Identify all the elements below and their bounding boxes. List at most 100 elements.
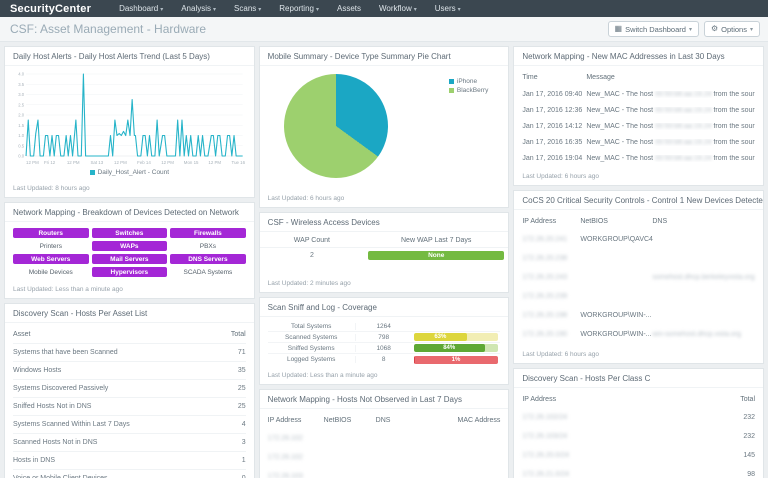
menu-users[interactable]: Users ▾	[435, 4, 461, 13]
menu-assets[interactable]: Assets	[337, 4, 361, 13]
svg-text:12 PM: 12 PM	[26, 160, 39, 165]
legend-swatch	[448, 79, 454, 84]
last-updated: Last Updated: 6 hours ago	[522, 173, 599, 180]
table-header: Asset Total	[13, 331, 246, 338]
switch-dashboard-button[interactable]: ▦ Switch Dashboard ▾	[607, 21, 699, 37]
table-header: IP Address Total	[522, 396, 756, 403]
chevron-down-icon: ▾	[258, 7, 262, 13]
table-row[interactable]: 172.26.102/24 232	[522, 408, 755, 427]
options-button[interactable]: ⚙ Options ▾	[703, 21, 760, 37]
coverage-row: Logged Systems 8 1%	[268, 354, 501, 365]
panel-title: Scan Sniff and Log - Coverage	[259, 298, 509, 317]
daily-alerts-line-chart: 0.0 0.5 1.0 1.5 2.0 2.5 3.0 3.5 4.0 12 PM Fri 12 12…	[18, 72, 245, 165]
table-row[interactable]: Systems Discovered Passively 25	[13, 379, 246, 397]
matrix-cell-hypervisors[interactable]: Hypervisors	[91, 267, 168, 277]
svg-text:Sat 13: Sat 13	[90, 160, 103, 165]
table-row[interactable]: 172.26.20.241 WORKGROUP\QAVC4	[522, 230, 755, 249]
chevron-down-icon: ▾	[315, 7, 319, 13]
legend-swatch	[448, 88, 454, 93]
svg-text:12 PM: 12 PM	[161, 160, 174, 165]
grid-icon: ▦	[614, 24, 623, 33]
menu-reporting[interactable]: Reporting ▾	[279, 4, 319, 13]
last-updated: Last Updated: 6 hours ago	[522, 351, 599, 358]
table-header: WAP Count New WAP Last 7 Days	[259, 234, 509, 248]
svg-text:Mon 15: Mon 15	[184, 160, 199, 165]
device-matrix: Routers Switches Firewalls Printers WAPs…	[13, 226, 246, 279]
table-row[interactable]: 172.26.103/24 232	[522, 427, 755, 446]
table-row[interactable]: Voice or Mobile Client Devices0	[13, 469, 246, 478]
wap-count-value: 2	[309, 252, 314, 259]
last-updated: Last Updated: 6 hours ago	[267, 195, 345, 202]
table-row[interactable]: Jan 17, 2016 19:04 New_MAC - The host 00…	[522, 150, 755, 166]
column-middle: Mobile Summary - Device Type Summary Pie…	[258, 46, 510, 478]
svg-text:1.0: 1.0	[18, 133, 25, 138]
table-row[interactable]: 172.26.103	[268, 467, 501, 478]
dashboard-grid: Daily Host Alerts - Daily Host Alerts Tr…	[0, 42, 768, 478]
table-row: 2 None	[260, 248, 509, 263]
table-row[interactable]: 172.26.20.238	[522, 249, 755, 268]
table-row[interactable]: Systems Scanned Within Last 7 Days 4	[13, 415, 246, 433]
panel-hosts-per-asset: Discovery Scan - Hosts Per Asset List As…	[4, 303, 255, 478]
table-row[interactable]: 172.26.20.190 WORKGROUP\WIN-... win-someho…	[522, 325, 755, 344]
table-row[interactable]: Sniffed Hosts Not in DNS 25	[13, 397, 246, 415]
chevron-down-icon: ▾	[413, 7, 417, 13]
table-row[interactable]: Hosts in DNS 1	[13, 451, 246, 469]
panel-title: Network Mapping - Breakdown of Devices D…	[5, 203, 254, 222]
matrix-cell-printers[interactable]: Printers	[13, 241, 89, 251]
menu-scans[interactable]: Scans ▾	[234, 4, 261, 13]
matrix-cell-waps[interactable]: WAPs	[91, 241, 168, 251]
panel-title: Network Mapping - Hosts Not Observed in …	[259, 390, 509, 409]
svg-text:2.5: 2.5	[18, 102, 25, 107]
table-row[interactable]: Systems that have been Scanned 71	[13, 343, 246, 361]
table-row[interactable]: 172.26.102	[268, 448, 501, 467]
svg-text:Fri 12: Fri 12	[44, 160, 56, 165]
pie-legend: iPhone BlackBerry	[448, 78, 488, 96]
table-row[interactable]: Scanned Hosts Not in DNS 3	[13, 433, 246, 451]
menu-dashboard[interactable]: Dashboard ▾	[119, 4, 163, 13]
coverage-bar[interactable]: 63%	[413, 333, 499, 341]
table-row[interactable]: Jan 17, 2016 16:35 New_MAC - The host 00…	[522, 134, 755, 150]
top-navbar: SecurityCenter Dashboard ▾ Analysis ▾ Scan…	[0, 0, 768, 17]
table-row[interactable]: Jan 17, 2016 12:36 New_MAC - The host 00…	[522, 102, 755, 118]
matrix-cell-web-servers[interactable]: Web Servers	[13, 254, 89, 264]
matrix-cell-routers[interactable]: Routers	[13, 228, 89, 238]
svg-text:Feb 14: Feb 14	[137, 160, 151, 165]
menu-analysis[interactable]: Analysis ▾	[181, 4, 216, 13]
table-row[interactable]: 172.26.20.243 somehost.dhcp.berkeleyvista…	[522, 268, 755, 287]
matrix-cell-mail-servers[interactable]: Mail Servers	[91, 254, 168, 264]
panel-hosts-per-class-c: Discovery Scan - Hosts Per Class C IP Ad…	[513, 368, 765, 478]
table-row[interactable]: Jan 17, 2016 09:40 New_MAC - The host 00…	[522, 86, 755, 102]
matrix-cell-switches[interactable]: Switches	[91, 228, 168, 238]
table-row[interactable]: 172.26.102	[268, 429, 501, 448]
last-updated: Last Updated: 8 hours ago	[13, 185, 90, 192]
coverage-bar[interactable]: 84%	[413, 344, 499, 352]
table-row[interactable]: 172.26.20.239	[522, 287, 755, 306]
svg-text:12 PM: 12 PM	[114, 160, 127, 165]
svg-text:3.0: 3.0	[18, 92, 25, 97]
new-wap-status-badge[interactable]: None	[368, 251, 505, 260]
panel-mobile-summary: Mobile Summary - Device Type Summary Pie…	[258, 46, 510, 208]
panel-cocs20-controls: CoCS 20 Critical Security Controls - Con…	[513, 190, 765, 364]
table-row[interactable]: 172.26.21.0/24 98	[522, 465, 755, 478]
matrix-cell-dns-servers[interactable]: DNS Servers	[170, 254, 246, 264]
table-row[interactable]: 172.26.20.0/24 145	[522, 446, 755, 465]
matrix-cell-firewalls[interactable]: Firewalls	[170, 228, 246, 238]
last-updated: Last Updated: Less than a minute ago	[267, 372, 378, 379]
panel-title: CSF - Wireless Access Devices	[259, 213, 509, 232]
coverage-bar[interactable]: 1%	[413, 355, 499, 364]
panel-title: Network Mapping - New MAC Addresses in L…	[514, 47, 764, 66]
menu-workflow[interactable]: Workflow ▾	[379, 4, 417, 13]
table-header: IP Address NetBIOS DNS	[522, 218, 668, 225]
svg-text:1.5: 1.5	[18, 123, 25, 128]
table-row[interactable]: Windows Hosts 35	[13, 361, 246, 379]
matrix-cell-mobile-devices[interactable]: Mobile Devices	[13, 267, 89, 277]
table-row[interactable]: Jan 17, 2016 14:12 New_MAC - The host 00…	[522, 118, 755, 134]
matrix-cell-pbxs[interactable]: PBXs	[170, 241, 246, 251]
table-row[interactable]: 172.26.20.198 WORKGROUP\WIN-...	[522, 306, 755, 325]
panel-network-breakdown: Network Mapping - Breakdown of Devices D…	[4, 202, 255, 299]
matrix-cell-scada-systems[interactable]: SCADA Systems	[170, 267, 246, 277]
svg-text:0.5: 0.5	[18, 143, 25, 148]
coverage-row: Sniffed Systems 1068 84%	[267, 343, 501, 354]
panel-title: CoCS 20 Critical Security Controls - Con…	[514, 191, 764, 210]
chevron-down-icon: ▾	[688, 26, 692, 33]
